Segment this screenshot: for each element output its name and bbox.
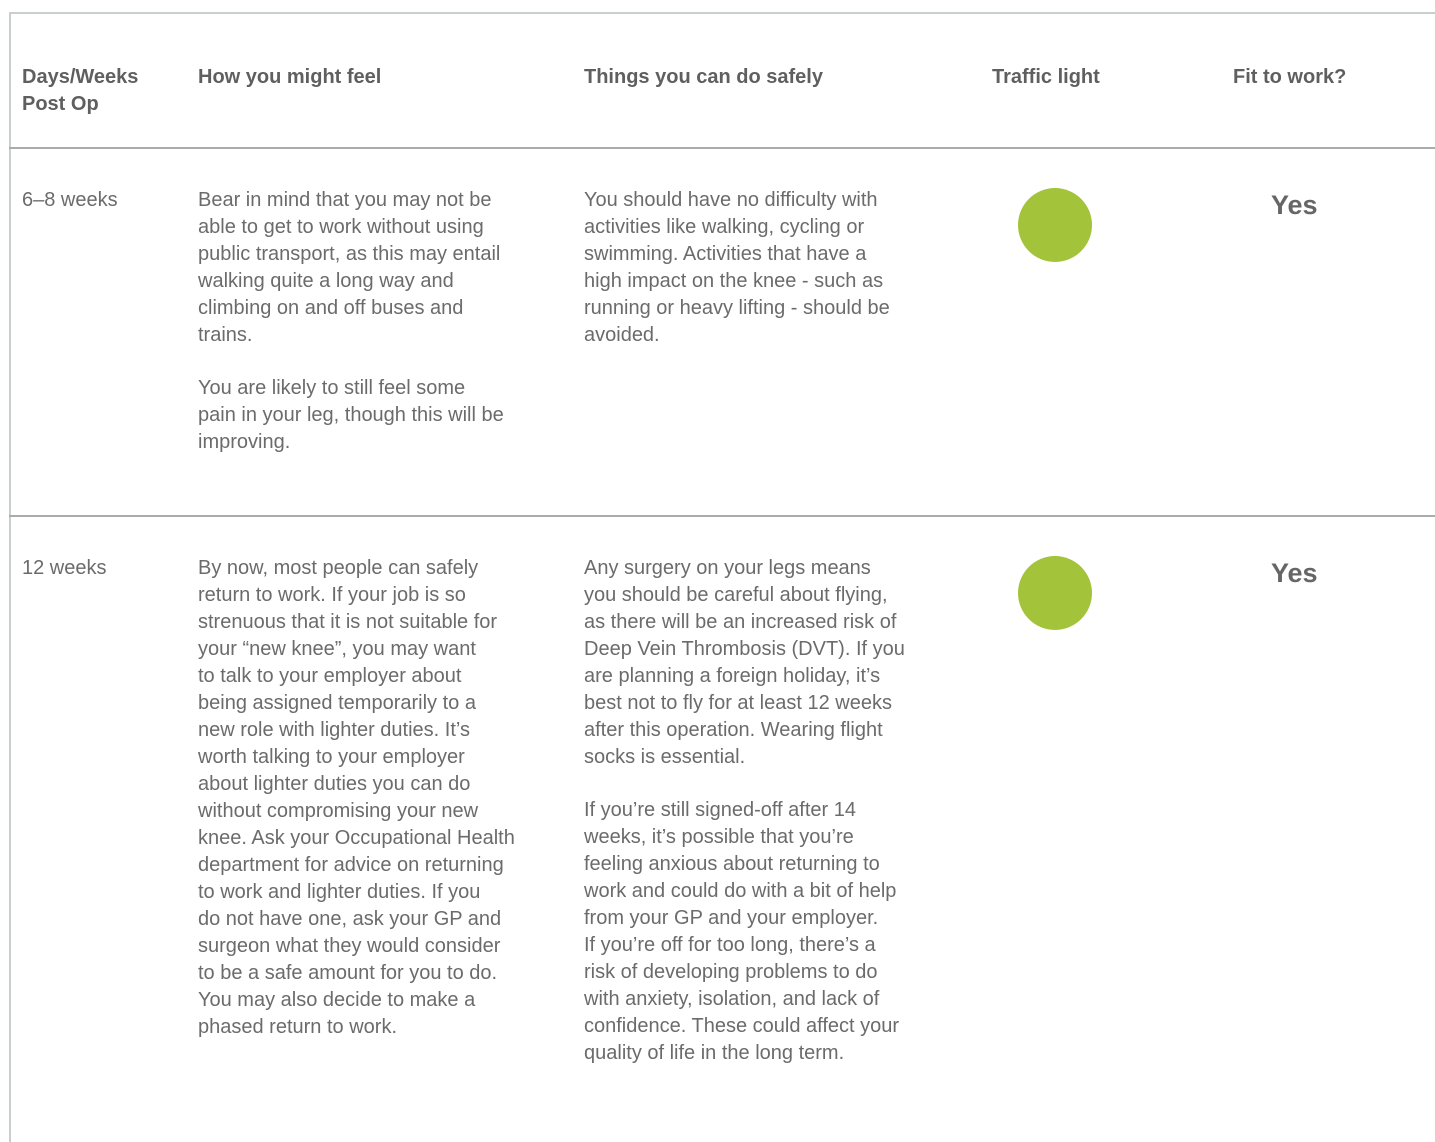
row-1-safe: You should have no difficulty with activ…: [584, 187, 964, 375]
row-1-feel: Bear in mind that you may not be able to…: [198, 187, 568, 482]
row-2-safe: Any surgery on your legs means you shoul…: [584, 555, 964, 1093]
row-1-feel-para-1: Bear in mind that you may not be able to…: [198, 189, 501, 346]
row-divider: [9, 515, 1435, 517]
header-fit: Fit to work?: [1233, 66, 1347, 88]
row-divider: [9, 147, 1435, 149]
header-period: Days/Weeks Post Op: [22, 66, 139, 115]
header-feel: How you might feel: [198, 66, 382, 88]
row-2-safe-para-1: Any surgery on your legs means you shoul…: [584, 557, 905, 768]
row-2-traffic-light: [1018, 556, 1092, 630]
row-1-traffic-light: [1018, 188, 1092, 262]
header-traffic-light: Traffic light: [992, 66, 1100, 88]
row-1-period: 6–8 weeks: [22, 189, 118, 211]
row-1-fit: Yes: [1271, 190, 1318, 220]
row-2-fit: Yes: [1271, 558, 1318, 588]
row-1-feel-para-2: You are likely to still feel some pain i…: [198, 377, 504, 453]
row-2-period: 12 weeks: [22, 557, 107, 579]
row-2-feel-para-1: By now, most people can safely return to…: [198, 557, 515, 1038]
row-2-feel: By now, most people can safely return to…: [198, 555, 568, 1067]
header-safe: Things you can do safely: [584, 66, 823, 88]
row-2-safe-para-2: If you’re still signed-off after 14 week…: [584, 799, 900, 1064]
row-1-safe-para-1: You should have no difficulty with activ…: [584, 189, 890, 346]
